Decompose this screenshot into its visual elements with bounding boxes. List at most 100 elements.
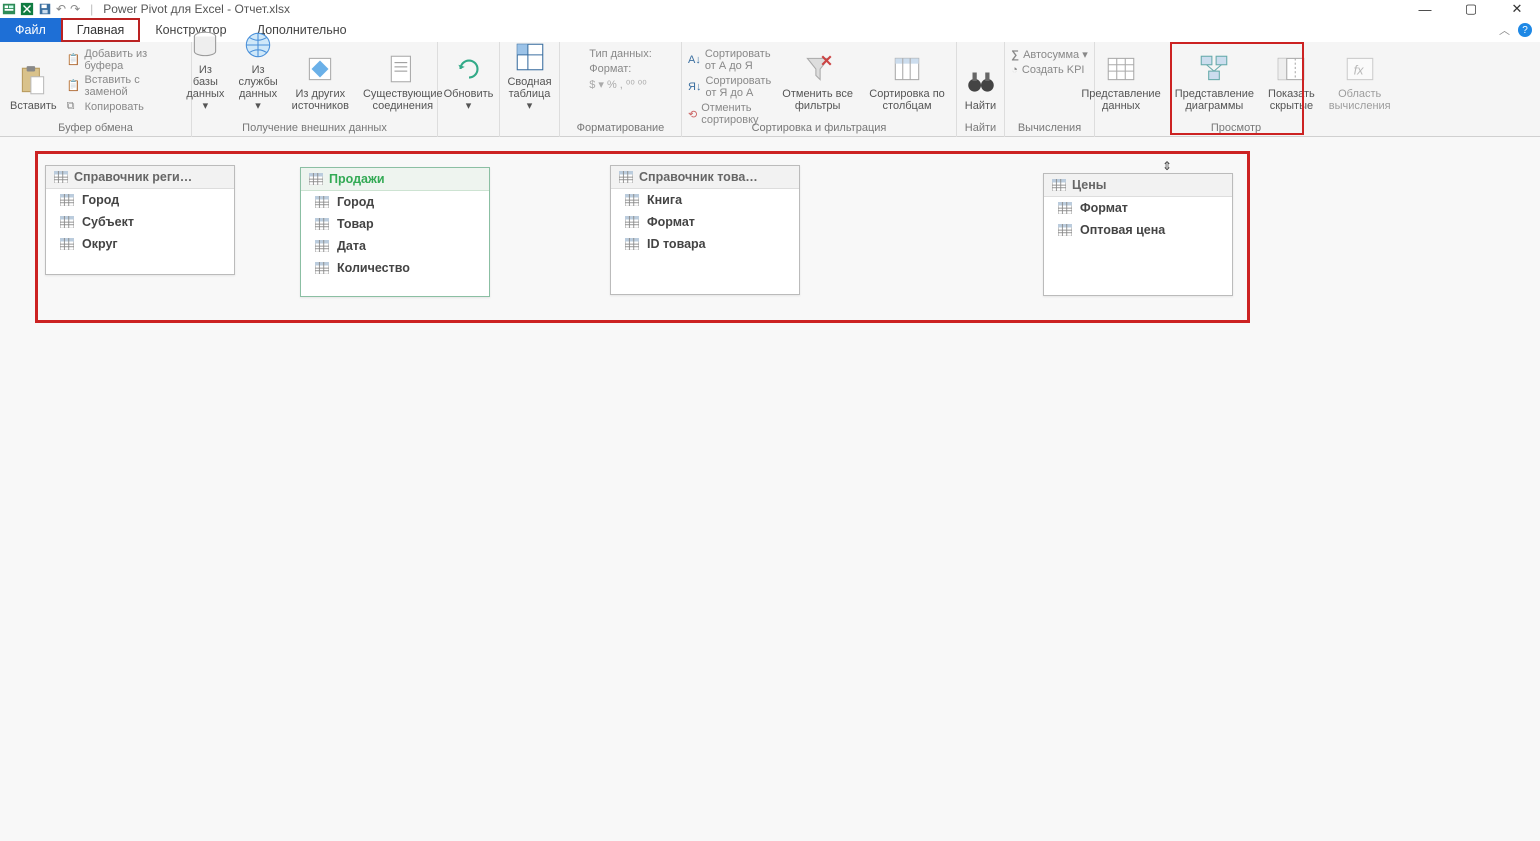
- window-controls: — ▢ ✕: [1402, 0, 1540, 18]
- table-icon: [619, 171, 633, 183]
- table-field[interactable]: Субъект: [46, 211, 234, 233]
- copy-button[interactable]: ⧉Копировать: [67, 100, 144, 114]
- format-symbols[interactable]: $ ▾ % , ⁰⁰ ⁰⁰: [589, 78, 646, 91]
- group-view: Представление данных Представление диагр…: [1095, 42, 1377, 137]
- clear-filters-button[interactable]: Отменить все фильтры: [777, 46, 858, 114]
- table-field[interactable]: ID товара: [611, 233, 799, 255]
- table-field[interactable]: Количество: [301, 257, 489, 279]
- table-prices[interactable]: ЦеныФорматОптовая цена: [1043, 173, 1233, 296]
- field-label: Количество: [337, 261, 410, 275]
- format-label: Формат:: [589, 63, 631, 75]
- refresh-button[interactable]: Обновить ▾: [440, 46, 498, 114]
- sort-columns-button[interactable]: Сортировка по столбцам: [864, 46, 950, 114]
- table-header[interactable]: Справочник това…: [611, 166, 799, 189]
- close-button[interactable]: ✕: [1494, 0, 1540, 18]
- tab-file[interactable]: Файл: [0, 18, 61, 42]
- tab-home[interactable]: Главная: [61, 18, 141, 42]
- svg-text:fx: fx: [1353, 62, 1364, 77]
- paste-button[interactable]: Вставить: [6, 46, 61, 114]
- redo-icon[interactable]: ↷: [70, 2, 80, 16]
- table-field[interactable]: Книга: [611, 189, 799, 211]
- paste-replace-button[interactable]: 📋Вставить с заменой: [67, 74, 185, 98]
- field-label: Город: [337, 195, 374, 209]
- group-sort-filter-label: Сортировка и фильтрация: [752, 122, 887, 135]
- calc-area-button[interactable]: fxОбласть вычисления: [1325, 46, 1395, 114]
- data-type-label: Тип данных:: [589, 48, 652, 60]
- table-title: Справочник това…: [639, 170, 758, 184]
- table-icon: [309, 173, 323, 185]
- create-kpi-button[interactable]: ◔Создать KPI: [1011, 64, 1084, 76]
- maximize-button[interactable]: ▢: [1448, 0, 1494, 18]
- autosum-button[interactable]: ∑Автосумма ▾: [1011, 48, 1088, 61]
- diagram-canvas[interactable]: Справочник реги… Город Субъект Округ Продажи…: [0, 137, 1540, 841]
- column-icon: [60, 216, 74, 228]
- table-field[interactable]: Округ: [46, 233, 234, 255]
- table-field[interactable]: Город: [46, 189, 234, 211]
- find-button[interactable]: Найти: [960, 46, 1002, 114]
- field-label: Субъект: [82, 215, 134, 229]
- from-other-button[interactable]: Из других источников: [288, 46, 353, 114]
- group-get-data-label: Получение внешних данных: [242, 122, 387, 135]
- clear-filter-icon: [801, 52, 835, 86]
- show-hidden-button[interactable]: Показать скрытые: [1264, 46, 1319, 114]
- data-view-button[interactable]: Представление данных: [1077, 46, 1164, 114]
- excel-icon: [20, 2, 34, 16]
- table-field[interactable]: Дата: [301, 235, 489, 257]
- clear-sort-icon: ⟲: [688, 108, 697, 121]
- title-divider: |: [90, 2, 93, 16]
- table-sales[interactable]: Продажи Город Товар Дата Количество: [300, 167, 490, 297]
- resize-cursor-icon: ⇕: [1162, 159, 1172, 173]
- group-refresh: Обновить ▾: [438, 42, 500, 137]
- group-sort-filter: A↓Сортировать от А до Я Я↓Сортировать от…: [682, 42, 957, 137]
- table-icon: [54, 171, 68, 183]
- existing-connections-button[interactable]: Существующие соединения: [359, 46, 447, 114]
- table-field[interactable]: Формат: [611, 211, 799, 233]
- paste-label: Вставить: [10, 100, 57, 112]
- table-field[interactable]: Формат: [1044, 197, 1232, 219]
- table-regions[interactable]: Справочник реги… Город Субъект Округ: [45, 165, 235, 275]
- group-find-label: Найти: [965, 122, 996, 135]
- group-calculations-label: Вычисления: [1018, 122, 1081, 135]
- column-icon: [315, 196, 329, 208]
- undo-icon[interactable]: ↶: [56, 2, 66, 16]
- sort-columns-icon: [890, 52, 924, 86]
- paste-from-buffer-button[interactable]: 📋Добавить из буфера: [67, 48, 185, 72]
- diagram-view-button[interactable]: Представление диаграммы: [1171, 46, 1258, 114]
- table-header[interactable]: Продажи: [301, 168, 489, 191]
- table-header[interactable]: Справочник реги…: [46, 166, 234, 189]
- pivot-table-button[interactable]: Сводная таблица ▾: [503, 46, 555, 114]
- ribbon-collapse-icon[interactable]: ︿: [1499, 22, 1510, 38]
- table-field[interactable]: Оптовая цена: [1044, 219, 1232, 241]
- from-database-button[interactable]: Из базы данных ▾: [182, 46, 228, 114]
- field-label: Округ: [82, 237, 118, 251]
- kpi-icon: ◔: [1011, 64, 1018, 76]
- table-header[interactable]: Цены: [1044, 174, 1232, 197]
- ribbon-tabs: Файл Главная Конструктор Дополнительно ︿…: [0, 18, 1540, 42]
- quick-access-toolbar: ↶ ↷ | Power Pivot для Excel - Отчет.xlsx: [0, 2, 290, 16]
- column-icon: [315, 240, 329, 252]
- field-label: Город: [82, 193, 119, 207]
- minimize-button[interactable]: —: [1402, 0, 1448, 18]
- sort-za-icon: Я↓: [688, 81, 701, 93]
- table-goods[interactable]: Справочник това… Книга Формат ID товара: [610, 165, 800, 295]
- table-field[interactable]: Город: [301, 191, 489, 213]
- sort-az-button[interactable]: A↓Сортировать от А до Я: [688, 48, 771, 72]
- table-title: Продажи: [329, 172, 385, 186]
- column-icon: [315, 218, 329, 230]
- field-label: ID товара: [647, 237, 706, 251]
- save-icon[interactable]: [38, 2, 52, 16]
- database-icon: [188, 28, 222, 62]
- globe-icon: [241, 28, 275, 62]
- ribbon: Вставить 📋Добавить из буфера 📋Вставить с…: [0, 42, 1540, 137]
- table-field[interactable]: Товар: [301, 213, 489, 235]
- field-label: Книга: [647, 193, 682, 207]
- data-view-icon: [1104, 52, 1138, 86]
- field-label: Товар: [337, 217, 374, 231]
- sort-az-icon: A↓: [688, 54, 701, 66]
- powerpivot-app-icon: [2, 2, 16, 16]
- group-view-label: Просмотр: [1211, 122, 1261, 135]
- column-icon: [625, 194, 639, 206]
- help-icon[interactable]: ?: [1518, 23, 1532, 37]
- from-service-button[interactable]: Из службы данных ▾: [234, 46, 281, 114]
- sort-za-button[interactable]: Я↓Сортировать от Я до А: [688, 75, 771, 99]
